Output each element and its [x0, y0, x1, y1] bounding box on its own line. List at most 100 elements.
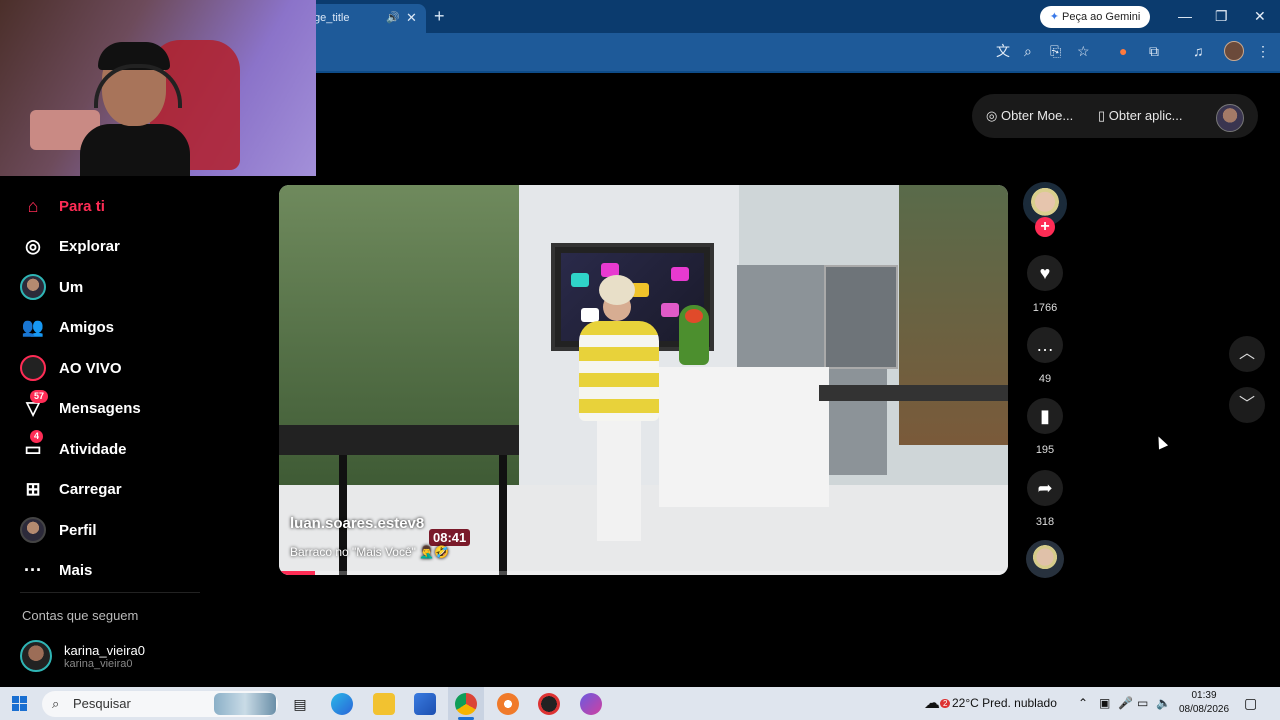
zoom-icon[interactable]: ⌕ — [1024, 42, 1032, 60]
sidebar-divider — [20, 592, 200, 593]
device-icon[interactable]: ▣ — [1099, 687, 1110, 720]
home-icon: ⌂ — [27, 195, 39, 216]
extension-icon[interactable]: ● — [1119, 42, 1127, 60]
chevron-up-icon: ︿ — [1238, 345, 1255, 362]
video-scene-oven — [824, 265, 898, 369]
edge-icon[interactable] — [331, 693, 353, 715]
store-icon[interactable] — [414, 693, 436, 715]
sidebar-item-label: Mensagens — [59, 400, 141, 418]
share-count: 318 — [1035, 516, 1055, 528]
network-icon[interactable]: ▭ — [1137, 687, 1148, 720]
chrome-icon[interactable] — [455, 693, 477, 715]
app-orange-icon[interactable] — [497, 693, 519, 715]
sidebar-item-activity[interactable]: ▭ 4 Atividade — [20, 429, 220, 470]
address-bar[interactable] — [300, 38, 980, 66]
avatar-icon — [20, 274, 46, 301]
close-tab-icon[interactable]: ✕ — [406, 4, 417, 32]
account-name: karina_vieira0 — [64, 642, 145, 658]
phone-icon: ▯ — [1098, 108, 1106, 123]
browser-tab[interactable]: ge_title 🔊 ✕ — [300, 4, 426, 33]
video-scene-desk-leg — [499, 455, 507, 575]
sidebar-item-live[interactable]: AO VIVO — [20, 348, 220, 389]
sidebar-item-friends[interactable]: 👥 Amigos — [20, 308, 220, 349]
file-explorer-icon[interactable] — [373, 693, 395, 715]
puzzle-icon[interactable]: ⧉ — [1149, 42, 1159, 60]
comment-count: 49 — [1038, 373, 1052, 385]
bookmark-star-icon[interactable]: ☆ — [1077, 42, 1090, 60]
like-button[interactable]: ♥ — [1027, 255, 1063, 291]
close-window-button[interactable]: ✕ — [1254, 6, 1266, 26]
gemini-button[interactable]: ✦ Peça ao Gemini — [1040, 6, 1150, 28]
music-disc-avatar[interactable] — [1026, 540, 1064, 578]
comment-button[interactable]: … — [1027, 327, 1063, 363]
obs-icon[interactable] — [538, 693, 560, 715]
sidebar-item-profile[interactable]: Perfil — [20, 510, 220, 551]
get-app-link[interactable]: ▯ Obter aplic... — [1098, 108, 1182, 124]
coin-icon: ◎ — [986, 108, 998, 123]
sidebar-item-label: Amigos — [59, 319, 115, 337]
sidebar-item-explore[interactable]: ◎ Explorar — [20, 227, 220, 268]
task-view-icon[interactable]: ▤ — [289, 693, 311, 715]
live-icon — [20, 355, 46, 382]
chevron-up-icon[interactable]: ⌃ — [1078, 687, 1088, 720]
translate-icon[interactable]: 文 — [996, 42, 1010, 60]
sidebar-item-um[interactable]: Um — [20, 267, 220, 308]
volume-icon[interactable]: 🔈 — [1156, 687, 1171, 720]
notifications-icon[interactable]: ▢ — [1244, 687, 1257, 720]
search-highlight-art — [214, 693, 276, 715]
sparkle-icon: ✦ — [1049, 11, 1059, 23]
microphone-icon[interactable]: 🎤 — [1118, 687, 1133, 720]
sidebar-item-label: Atividade — [59, 440, 127, 458]
menu-icon[interactable]: ⋮ — [1256, 42, 1270, 60]
account-handle: karina_vieira0 — [64, 657, 133, 670]
like-count: 1766 — [1032, 302, 1058, 314]
video-author[interactable]: luan.soares.estev8 — [290, 515, 424, 532]
activity-badge: 4 — [30, 430, 44, 444]
user-avatar[interactable] — [1216, 104, 1244, 132]
sidebar-item-more[interactable]: ··· Mais — [20, 551, 220, 592]
save-button[interactable]: ▮ — [1027, 398, 1063, 434]
start-button[interactable] — [12, 696, 28, 712]
following-account[interactable]: karina_vieira0 karina_vieira0 — [20, 640, 145, 672]
taskbar-search[interactable]: ⌕ Pesquisar — [42, 691, 278, 717]
get-coins-label: Obter Moe... — [1000, 108, 1074, 123]
bookmark-icon: ▮ — [1040, 406, 1050, 426]
install-icon[interactable]: ⎘ — [1050, 42, 1061, 60]
get-coins-link[interactable]: ◎ Obter Moe... — [986, 108, 1073, 124]
weather-icon[interactable]: ☁ 2 — [924, 687, 951, 720]
system-clock[interactable]: 01:39 08/08/2026 — [1176, 689, 1232, 717]
weather-text[interactable]: 22°C Pred. nublado — [952, 687, 1057, 720]
maximize-button[interactable]: ❐ — [1215, 6, 1228, 26]
follow-button[interactable]: + — [1035, 217, 1055, 237]
share-button[interactable]: ➦ — [1027, 470, 1063, 506]
gemini-label: Peça ao Gemini — [1062, 11, 1141, 23]
next-video-button[interactable]: ﹀ — [1229, 387, 1265, 423]
sidebar-item-label: Carregar — [59, 481, 122, 499]
weather-badge: 2 — [940, 699, 951, 708]
clock-date: 08/08/2026 — [1178, 704, 1230, 715]
share-icon: ➦ — [1037, 478, 1053, 498]
get-app-label: Obter aplic... — [1108, 108, 1183, 123]
top-actions-pill: ◎ Obter Moe... ▯ Obter aplic... — [972, 94, 1258, 138]
avatar — [20, 640, 52, 672]
video-scene-presenter — [579, 275, 659, 565]
sidebar-item-label: Para ti — [59, 197, 105, 215]
video-player[interactable]: 08:41 luan.soares.estev8 Barraco no "Mai… — [279, 185, 1008, 575]
chevron-down-icon: ﹀ — [1238, 396, 1255, 413]
sidebar-item-messages[interactable]: ▽ 57 Mensagens — [20, 389, 220, 430]
sidebar-item-upload[interactable]: ⊞ Carregar — [20, 470, 220, 511]
speaker-icon[interactable]: 🔊 — [386, 4, 400, 32]
minimize-button[interactable]: — — [1178, 6, 1192, 26]
activity-icon: ▭ 4 — [24, 430, 44, 459]
video-progress-bar[interactable] — [279, 571, 1008, 575]
media-icon[interactable]: ♫ — [1193, 42, 1204, 60]
sidebar-item-for-you[interactable]: ⌂ Para ti — [20, 186, 220, 227]
profile-icon[interactable] — [1224, 41, 1244, 61]
discord-icon[interactable] — [580, 693, 602, 715]
video-timestamp: 08:41 — [429, 529, 471, 546]
new-tab-button[interactable]: + — [434, 6, 445, 26]
video-scene-table — [819, 385, 1008, 401]
comment-icon: … — [1036, 335, 1054, 355]
previous-video-button[interactable]: ︿ — [1229, 336, 1265, 372]
video-scene-desk — [279, 425, 519, 455]
